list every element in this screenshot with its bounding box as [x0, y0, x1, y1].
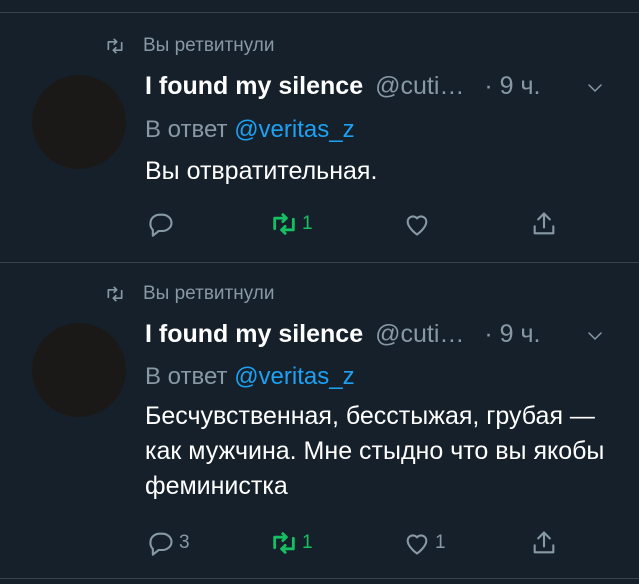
retweet-icon	[273, 213, 295, 235]
retweet-count: 1	[302, 213, 313, 234]
share-button[interactable]	[530, 210, 558, 238]
retweet-indicator: Вы ретвитнули	[105, 35, 275, 57]
tweet-header: I found my silence @cuti… · 9 ч.	[145, 320, 541, 349]
retweet-button[interactable]: 1	[270, 210, 313, 238]
retweet-indicator: Вы ретвитнули	[105, 283, 275, 305]
reply-mention[interactable]: @veritas_z	[234, 363, 354, 390]
retweet-label: Вы ретвитнули	[143, 283, 275, 304]
tweet-2[interactable]: Вы ретвитнули I found my silence @cuti… …	[0, 262, 639, 584]
display-name[interactable]: I found my silence	[145, 320, 363, 349]
retweet-icon	[107, 38, 123, 54]
username[interactable]: @cuti…	[375, 320, 464, 349]
reply-icon	[149, 532, 173, 556]
share-icon	[533, 212, 555, 235]
reply-icon	[149, 213, 173, 237]
like-button[interactable]: 1	[403, 529, 446, 557]
reply-prefix: В ответ	[145, 116, 228, 143]
like-count: 1	[435, 532, 446, 553]
share-button[interactable]	[530, 529, 558, 557]
like-icon	[406, 215, 428, 236]
reply-context: В ответ @veritas_z	[145, 363, 355, 391]
timestamp[interactable]: · 9 ч.	[484, 72, 540, 101]
share-icon	[533, 531, 555, 554]
retweet-button[interactable]: 1	[270, 529, 313, 557]
retweet-icon	[107, 286, 123, 302]
reply-prefix: В ответ	[145, 363, 228, 390]
chevron-down-icon[interactable]	[586, 327, 604, 345]
timestamp[interactable]: · 9 ч.	[484, 320, 540, 349]
reply-count: 3	[179, 532, 190, 553]
avatar[interactable]	[32, 323, 126, 417]
retweet-label: Вы ретвитнули	[143, 35, 275, 56]
display-name[interactable]: I found my silence	[145, 72, 363, 101]
tweet-1[interactable]: Вы ретвитнули I found my silence @cuti… …	[0, 0, 639, 262]
reply-button[interactable]: 3	[147, 529, 190, 557]
reply-context: В ответ @veritas_z	[145, 116, 355, 144]
reply-mention[interactable]: @veritas_z	[234, 116, 354, 143]
like-button[interactable]	[403, 210, 435, 238]
tweet-text: Бесчувственная, бесстыжая, грубая — как …	[145, 402, 605, 500]
like-icon	[406, 534, 428, 555]
retweet-icon	[273, 532, 295, 554]
avatar[interactable]	[32, 75, 126, 169]
retweet-count: 1	[302, 532, 313, 553]
reply-button[interactable]	[147, 210, 179, 238]
bottom-divider	[0, 578, 639, 579]
tweet-header: I found my silence @cuti… · 9 ч.	[145, 72, 541, 101]
tweet-text: Вы отвратительная.	[145, 157, 378, 185]
username[interactable]: @cuti…	[375, 72, 464, 101]
chevron-down-icon[interactable]	[586, 79, 604, 97]
